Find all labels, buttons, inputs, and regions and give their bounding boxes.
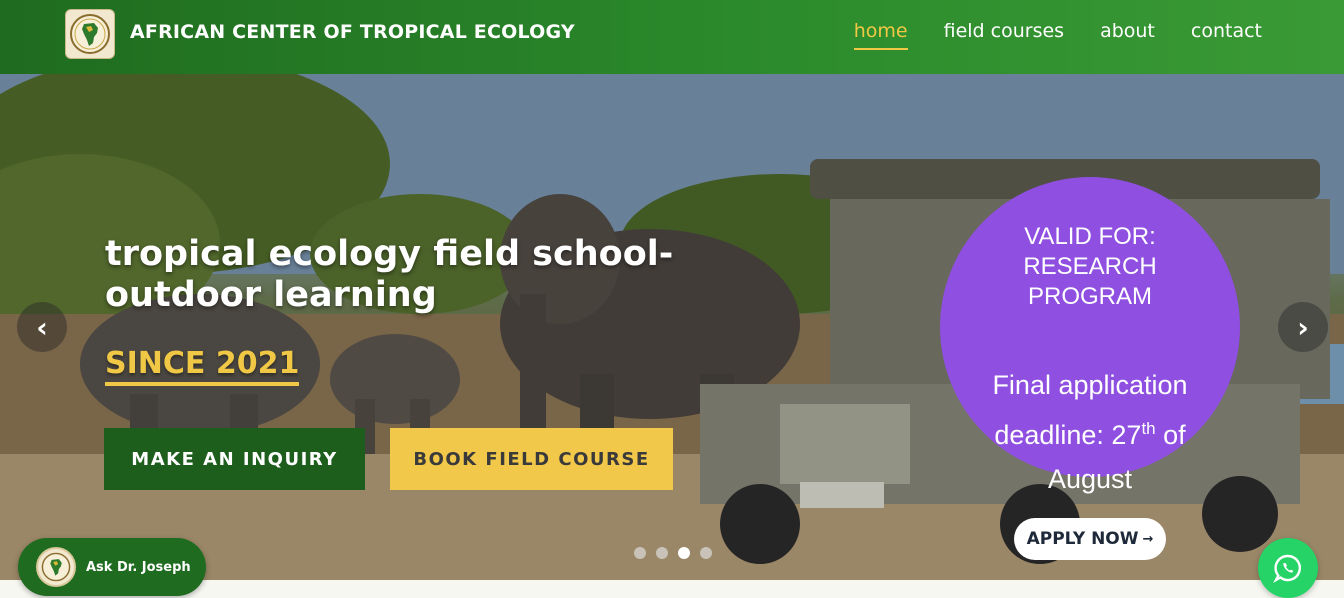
nav-field-courses[interactable]: field courses: [944, 20, 1064, 54]
slider-dot-4[interactable]: [700, 547, 712, 559]
promo-valid-for: VALID FOR: RESEARCH PROGRAM: [1023, 223, 1157, 310]
whatsapp-button[interactable]: [1258, 538, 1318, 598]
avatar: [36, 547, 76, 587]
book-field-course-button[interactable]: BOOK FIELD COURSE: [390, 428, 673, 490]
ask-dr-joseph-chat-button[interactable]: Ask Dr. Joseph: [18, 538, 206, 596]
site-header: AFRICAN CENTER OF TROPICAL ECOLOGY home …: [0, 0, 1344, 74]
chevron-right-icon: ›: [1297, 310, 1309, 344]
main-nav: home field courses about contact: [853, 20, 1262, 54]
nav-home[interactable]: home: [853, 20, 908, 54]
since-label: SINCE 2021: [105, 346, 300, 386]
nav-about[interactable]: about: [1100, 20, 1155, 54]
africa-map-logo-icon: [70, 14, 110, 54]
hero-headline: tropical ecology field school- outdoor l…: [105, 234, 705, 316]
promo-deadline-sup: th: [1141, 419, 1156, 438]
apply-now-label: APPLY NOW: [1026, 529, 1139, 549]
hero-slider: tropical ecology field school- outdoor l…: [0, 74, 1344, 580]
ask-label: Ask Dr. Joseph: [86, 559, 191, 575]
apply-now-button[interactable]: APPLY NOW →: [1014, 518, 1166, 560]
nav-contact[interactable]: contact: [1191, 20, 1262, 54]
arrow-right-icon: →: [1142, 531, 1154, 547]
slider-dot-1[interactable]: [634, 547, 646, 559]
promo-badge: VALID FOR: RESEARCH PROGRAM Final applic…: [940, 177, 1240, 494]
slider-next-button[interactable]: ›: [1278, 302, 1328, 352]
slider-prev-button[interactable]: ‹: [17, 302, 67, 352]
hero-headline-line2: outdoor learning: [105, 275, 437, 315]
make-inquiry-button[interactable]: MAKE AN INQUIRY: [104, 428, 365, 490]
slider-dot-3[interactable]: [678, 547, 690, 559]
slider-dot-2[interactable]: [656, 547, 668, 559]
slider-dots: [634, 547, 712, 559]
whatsapp-icon: [1273, 554, 1301, 583]
hero-headline-line1: tropical ecology field school-: [105, 234, 674, 274]
africa-map-avatar-icon: [41, 552, 71, 582]
site-title[interactable]: AFRICAN CENTER OF TROPICAL ECOLOGY: [130, 21, 575, 43]
promo-deadline: Final application deadline: 27th of Augu…: [940, 363, 1240, 501]
chevron-left-icon: ‹: [36, 310, 48, 344]
logo[interactable]: [65, 9, 115, 59]
